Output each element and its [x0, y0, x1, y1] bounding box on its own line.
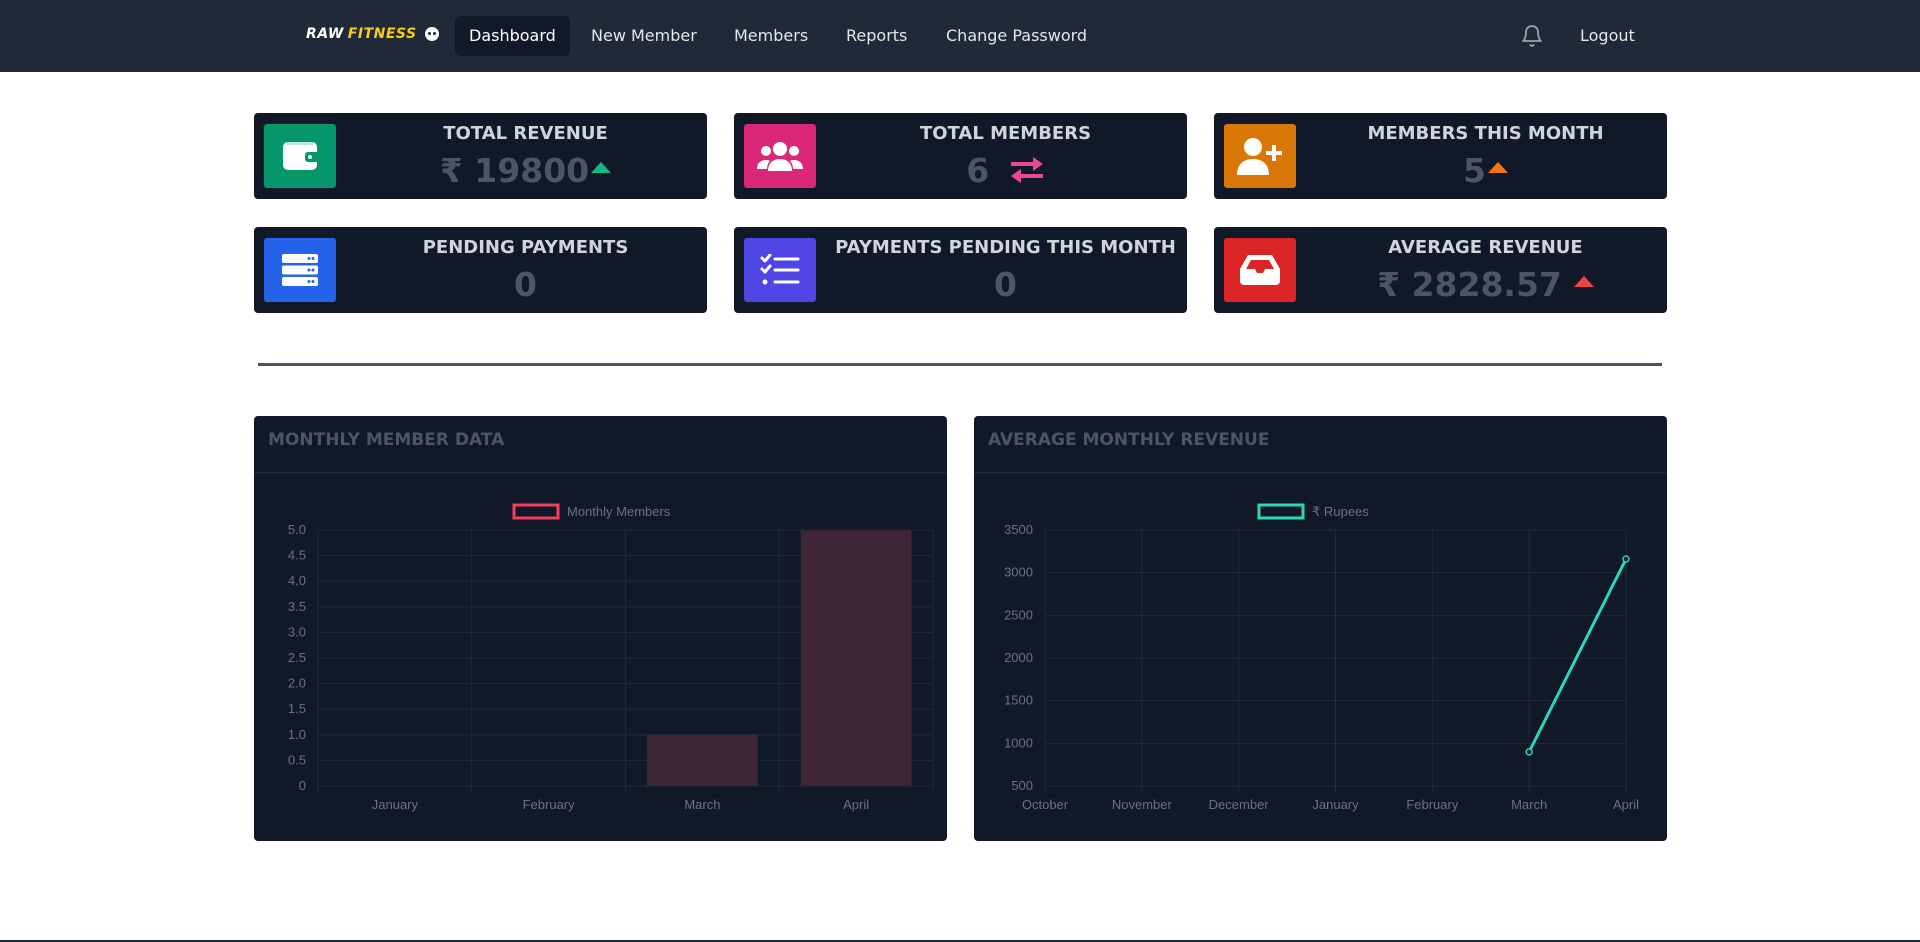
mascot-icon [424, 27, 439, 41]
tasks-list-icon [760, 254, 800, 285]
card-icon-box [264, 238, 336, 302]
series-line [1527, 558, 1628, 753]
y-tick-label: 2500 [1004, 607, 1033, 622]
card-label: PENDING PAYMENTS [422, 237, 629, 258]
card-value: ₹ 2828.57 [1377, 265, 1562, 304]
legend-swatch [1257, 503, 1305, 520]
card-pending-payments: PENDING PAYMENTS 0 [254, 227, 707, 313]
card-label: AVERAGE REVENUE [1388, 237, 1583, 258]
server-icon [282, 254, 318, 286]
y-tick-label: 5.0 [288, 522, 306, 537]
card-average-revenue: AVERAGE REVENUE ₹ 2828.57 [1214, 227, 1667, 313]
nav-members[interactable]: Members [720, 16, 822, 56]
bar [800, 530, 912, 786]
x-tick-label: March [1511, 797, 1547, 812]
y-tick-label: 1500 [1004, 693, 1033, 708]
nav-reports[interactable]: Reports [832, 16, 921, 56]
card-total-members: TOTAL MEMBERS 6 [734, 113, 1187, 199]
x-tick-label: January [1312, 797, 1359, 812]
x-tick-label: December [1209, 797, 1270, 812]
swap-arrows-icon [1010, 156, 1043, 183]
y-tick-label: 0 [299, 778, 306, 793]
card-label: TOTAL REVENUE [443, 123, 608, 144]
card-label: TOTAL MEMBERS [919, 123, 1092, 144]
x-tick-label: November [1112, 797, 1173, 812]
brand-part1: RAW [306, 26, 344, 42]
y-tick-label: 3000 [1004, 565, 1033, 580]
y-tick-label: 2.5 [288, 650, 306, 665]
logout-link[interactable]: Logout [1566, 16, 1649, 56]
y-tick-label: 2.0 [288, 676, 306, 691]
card-value: 6 [966, 151, 990, 190]
y-tick-label: 1.0 [288, 727, 306, 742]
wallet-icon [283, 142, 319, 170]
card-payments-pending-this-month: PAYMENTS PENDING THIS MONTH 0 [734, 227, 1187, 313]
brand-part2: FITNESS [347, 26, 417, 42]
card-value: 0 [514, 265, 537, 304]
users-icon [757, 142, 803, 171]
legend-label: ₹ Rupees [1312, 504, 1369, 519]
y-tick-label: 2000 [1004, 650, 1033, 665]
card-value-wrap: 0 [344, 265, 707, 304]
card-value-wrap: ₹ 19800 [344, 151, 707, 190]
y-tick-label: 0.5 [288, 752, 306, 767]
card-value: 5 [1463, 151, 1486, 190]
y-tick-label: 500 [1011, 778, 1033, 793]
average-revenue-chart: ₹ Rupees 500 1000 1500 2000 2500 3000 3500 Octob… [1004, 503, 1639, 812]
monthly-member-panel: MONTHLY MEMBER DATA Monthly Members 0 0.5 1… [254, 416, 947, 841]
y-tick-label: 1.5 [288, 701, 306, 716]
card-value: 0 [994, 265, 1017, 304]
card-icon-box [1224, 124, 1296, 188]
card-label: PAYMENTS PENDING THIS MONTH [835, 237, 1176, 258]
section-divider [258, 363, 1662, 366]
card-label: MEMBERS THIS MONTH [1367, 123, 1604, 144]
y-tick-label: 1000 [1004, 735, 1033, 750]
user-plus-icon [1237, 138, 1282, 175]
y-tick-label: 3.0 [288, 624, 306, 639]
inbox-icon [1240, 255, 1280, 285]
x-tick-label: April [1613, 797, 1639, 812]
x-tick-label: October [1022, 797, 1069, 812]
card-value-wrap: 5 [1304, 151, 1667, 190]
top-navbar: RAW FITNESS Dashboard New Member Members… [0, 0, 1920, 72]
y-tick-label: 3500 [1004, 522, 1033, 537]
trend-up-icon [1573, 276, 1594, 287]
average-revenue-panel: AVERAGE MONTHLY REVENUE ₹ Rupees 500 1000 1… [974, 416, 1667, 841]
nav-new-member[interactable]: New Member [577, 16, 711, 56]
card-total-revenue: TOTAL REVENUE ₹ 19800 [254, 113, 707, 199]
x-tick-label: January [372, 797, 419, 812]
x-tick-label: March [684, 797, 720, 812]
monthly-member-chart: Monthly Members 0 0.5 1.0 1.5 2.0 2.5 3.0 3.5 4.0… [288, 503, 934, 812]
card-icon-box [744, 238, 816, 302]
brand-logo[interactable]: RAW FITNESS [306, 26, 439, 42]
legend-label: Monthly Members [567, 504, 671, 519]
x-tick-label: April [843, 797, 869, 812]
card-members-this-month: MEMBERS THIS MONTH 5 [1214, 113, 1667, 199]
trend-up-icon [591, 162, 612, 173]
nav-change-password[interactable]: Change Password [932, 16, 1101, 56]
card-icon-box [264, 124, 336, 188]
y-tick-label: 4.5 [288, 548, 306, 563]
x-tick-label: February [523, 797, 576, 812]
card-icon-box [1224, 238, 1296, 302]
card-value-wrap: 6 [824, 151, 1187, 190]
card-value: ₹ 19800 [439, 151, 590, 190]
data-point [1525, 748, 1533, 756]
bell-icon[interactable] [1520, 24, 1544, 48]
data-point [1622, 555, 1630, 563]
card-value-wrap: ₹ 2828.57 [1304, 265, 1667, 304]
card-icon-box [744, 124, 816, 188]
y-tick-label: 4.0 [288, 573, 306, 588]
trend-up-icon [1487, 162, 1508, 173]
nav-dashboard[interactable]: Dashboard [455, 16, 570, 56]
bar [647, 734, 758, 786]
x-tick-label: February [1406, 797, 1459, 812]
legend-swatch [512, 503, 560, 520]
card-value-wrap: 0 [824, 265, 1187, 304]
y-tick-label: 3.5 [288, 599, 306, 614]
